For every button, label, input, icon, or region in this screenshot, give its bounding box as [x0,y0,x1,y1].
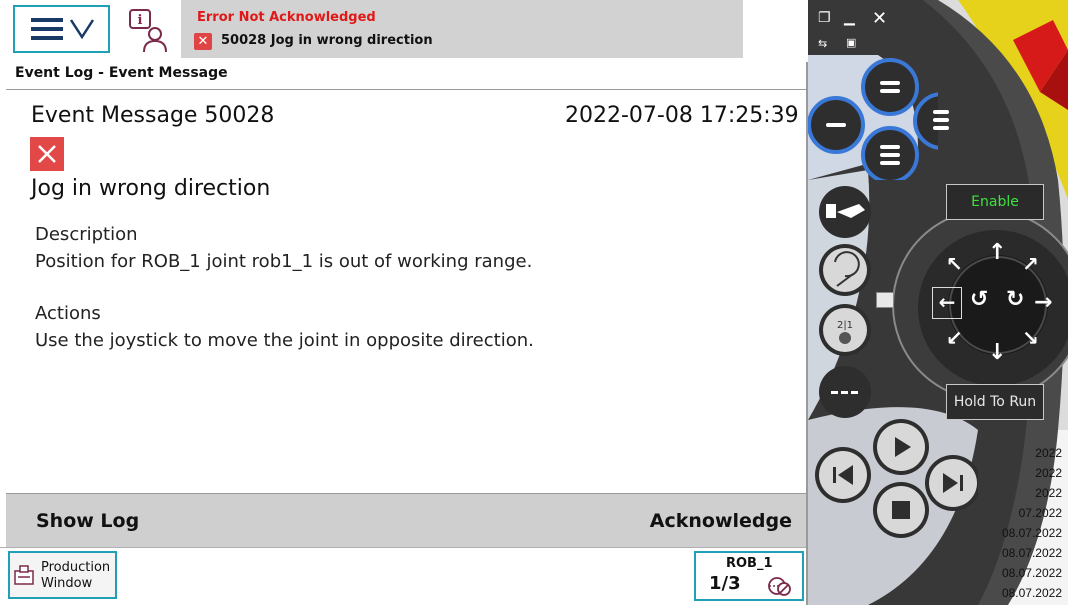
production-window-button[interactable]: Production Window [8,551,117,599]
step-forward-icon[interactable] [958,480,959,481]
swap-icon[interactable]: ⇆ [818,37,827,50]
log-date: 08.07.2022 [1001,586,1062,600]
event-log-icon[interactable]: i [126,6,176,54]
hamburger-menu-icon [31,18,95,40]
arrow-up-right-icon[interactable]: ↗ [1022,252,1039,276]
toggle-motion-mode-button[interactable] [813,240,878,300]
rotate-ccw-icon[interactable]: ↺ [970,287,988,312]
restore-icon[interactable]: ❐ [818,10,831,26]
show-log-button[interactable]: Show Log [36,510,139,532]
production-window-icon [14,565,34,585]
enable-button[interactable]: Enable [946,184,1044,220]
actions-heading: Actions [35,303,101,324]
log-date: 2022 [1035,486,1062,500]
arrow-down-left-icon[interactable]: ↙ [946,326,963,350]
divider [6,89,806,90]
status-title: Error Not Acknowledged [197,10,376,25]
step-backward-icon[interactable] [848,475,849,476]
log-date: 07.2022 [1018,506,1062,520]
arrow-left-icon[interactable]: ← [932,287,962,319]
command-bar: Show Log Acknowledge [6,493,806,547]
quickset-button[interactable]: ROB_1 1/3 [694,551,804,601]
arrow-right-icon[interactable]: → [1034,290,1052,315]
arrow-up-left-icon[interactable]: ↖ [946,252,963,276]
start-icon[interactable] [898,445,899,446]
log-date: 2022 [1035,446,1062,460]
log-date: 08.07.2022 [1001,546,1062,560]
main-menu-button[interactable] [13,5,110,53]
minimize-icon[interactable]: ▁ [844,10,855,26]
actions-text: Use the joystick to move the joint in op… [35,330,534,351]
motors-off-icon [768,577,791,596]
svg-text:i: i [138,13,143,28]
virtual-flexpendant: ❐ ▁ ✕ ⇆ ▣ 2|1 ↑ ↓ ↖ ↗ ↙ ↘ ← → ↺ ↻ Enable… [808,0,1068,605]
top-bar: i Error Not Acknowledged ✕ 50028 Jog in … [0,0,808,62]
toggle-axes-button[interactable]: 2|1 [813,300,878,360]
description-text: Position for ROB_1 joint rob1_1 is out o… [35,251,533,272]
select-mechanical-unit-button[interactable] [813,182,878,242]
production-window-label: Production [41,560,111,575]
programmable-keys [808,58,938,180]
svg-text:2|1: 2|1 [837,320,853,331]
speed-fraction: 1/3 [709,573,741,594]
log-date: 2022 [1035,466,1062,480]
flexpendant-screen: i Error Not Acknowledged ✕ 50028 Jog in … [0,0,808,606]
log-date: 08.07.2022 [1001,526,1062,540]
rotate-cw-icon[interactable]: ↻ [1006,287,1024,312]
error-icon [30,137,64,171]
breadcrumb: Event Log - Event Message [15,65,228,81]
arrow-up-icon[interactable]: ↑ [988,240,1006,265]
taskbar: Production Window ROB_1 1/3 [0,547,806,606]
description-heading: Description [35,224,138,245]
status-message: 50028 Jog in wrong direction [221,33,433,48]
log-date: 08.07.2022 [1001,566,1062,580]
event-title: Event Message 50028 [31,103,275,128]
camera-icon[interactable]: ▣ [846,36,856,49]
stop-indicator [876,292,894,308]
robot-name: ROB_1 [726,556,773,571]
arrow-down-right-icon[interactable]: ↘ [1022,326,1039,350]
status-panel[interactable]: Error Not Acknowledged ✕ 50028 Jog in wr… [181,0,743,58]
acknowledge-button[interactable]: Acknowledge [650,510,792,532]
programmable-key-4[interactable] [920,92,960,152]
close-icon[interactable]: ✕ [872,8,887,29]
stop-icon[interactable] [898,505,899,506]
program-execution-keys [815,419,978,538]
event-timestamp: 2022-07-08 17:25:39 [565,103,799,128]
error-icon: ✕ [194,33,212,50]
production-window-label: Window [41,576,93,591]
event-subject: Jog in wrong direction [31,176,271,201]
toggle-increment-button[interactable] [813,362,878,422]
arrow-down-icon[interactable]: ↓ [988,340,1006,365]
